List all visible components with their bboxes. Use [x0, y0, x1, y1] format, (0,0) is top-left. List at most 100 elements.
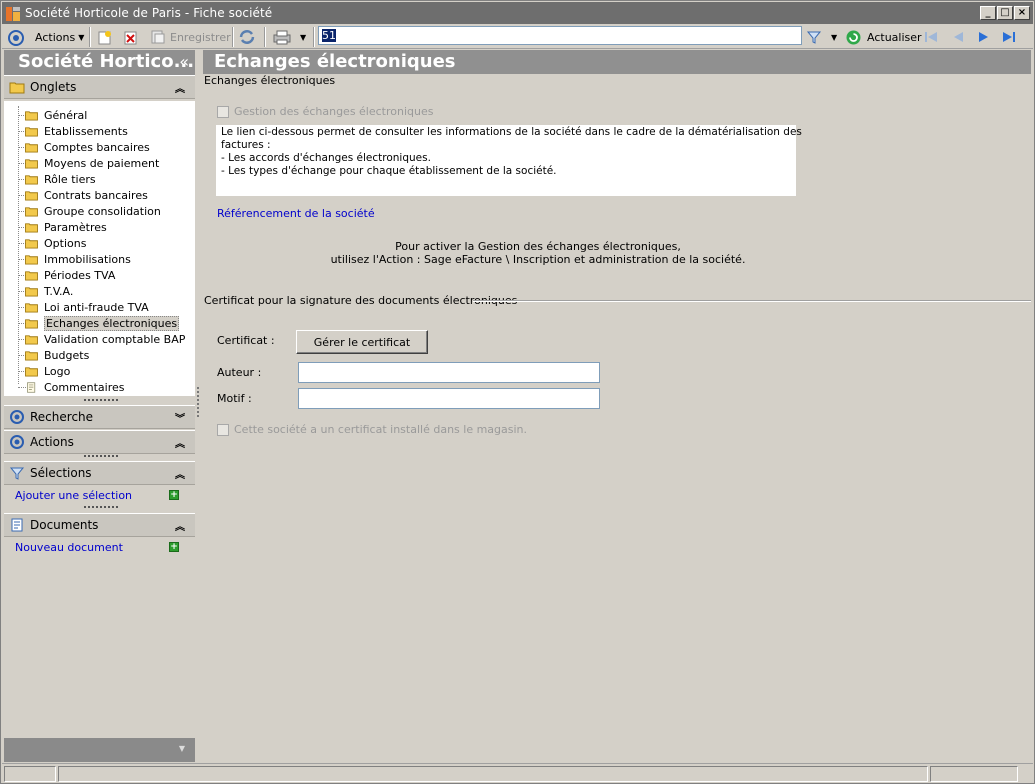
status-cell — [58, 766, 928, 782]
group-echanges-title: Echanges électroniques — [204, 74, 336, 87]
documents-section-header[interactable]: Documents ︽ — [4, 513, 195, 537]
manage-certificate-button[interactable]: Gérer le certificat — [296, 330, 428, 354]
print-dropdown-chevron-icon[interactable]: ▼ — [300, 27, 306, 47]
installed-certificate-checkbox[interactable]: Cette société a un certificat installé d… — [217, 423, 527, 436]
actions-gear-icon[interactable] — [7, 27, 25, 47]
status-cell — [4, 766, 56, 782]
onglets-section-header[interactable]: Onglets ︽ — [4, 75, 195, 99]
motif-input[interactable] — [298, 388, 600, 409]
tree-item[interactable]: Contrats bancaires — [24, 187, 148, 203]
info-line: - Les types d'échange pour chaque établi… — [221, 165, 557, 177]
minimize-button[interactable]: _ — [980, 6, 996, 20]
tree-item-label: Général — [44, 108, 88, 122]
actions-menu-button[interactable]: Actions ▼ — [35, 27, 84, 47]
splitter-grip[interactable] — [84, 399, 118, 402]
collapse-chevron-icon[interactable]: ︽ — [175, 80, 185, 95]
tree-item-label: Logo — [44, 364, 71, 378]
auteur-input[interactable] — [298, 362, 600, 383]
collapse-panel-icon[interactable]: « — [179, 52, 189, 71]
tree-item[interactable]: Rôle tiers — [24, 171, 96, 187]
folder-icon — [25, 270, 38, 281]
panel-splitter[interactable] — [197, 387, 199, 417]
resize-grip-icon[interactable] — [1020, 766, 1032, 782]
refresh-button[interactable]: Actualiser — [845, 27, 922, 47]
checkbox-box[interactable] — [217, 423, 229, 436]
close-window-button[interactable]: × — [1014, 6, 1030, 20]
collapse-chevron-icon[interactable]: ︽ — [175, 466, 185, 481]
selections-section-header[interactable]: Sélections ︽ — [4, 461, 195, 485]
add-document-icon[interactable]: + — [169, 542, 179, 552]
tree-item[interactable]: Immobilisations — [24, 251, 131, 267]
tree-item[interactable]: Périodes TVA — [24, 267, 115, 283]
filter-icon[interactable] — [806, 27, 822, 47]
onglets-label: Onglets — [30, 80, 77, 94]
folder-icon — [25, 174, 38, 185]
tree-item[interactable]: Logo — [24, 363, 70, 379]
toolbar-separator — [89, 27, 91, 47]
tree-item[interactable]: Options — [24, 235, 86, 251]
tree-item-label: Loi anti-fraude TVA — [44, 300, 149, 314]
note-icon — [27, 381, 36, 393]
auteur-label: Auteur : — [217, 366, 262, 379]
left-panel-footer: ▼ — [4, 738, 195, 762]
activation-instruction-line2: utilisez l'Action : Sage eFacture \ Insc… — [330, 253, 746, 266]
save-button[interactable]: Enregistrer — [150, 27, 231, 47]
tree-item[interactable]: T.V.A. — [24, 283, 73, 299]
new-document-icon[interactable] — [97, 27, 113, 47]
tree-item[interactable]: Validation comptable BAP — [24, 331, 185, 347]
checkbox-box[interactable] — [217, 105, 229, 118]
refresh-icon — [846, 30, 861, 44]
tree-item[interactable]: Groupe consolidation — [24, 203, 161, 219]
recherche-section-header[interactable]: Recherche ︾ — [4, 405, 195, 429]
page-title: Echanges électroniques — [203, 50, 1031, 74]
folder-icon — [25, 286, 38, 297]
splitter-grip[interactable] — [84, 506, 118, 509]
folder-icon — [25, 158, 38, 169]
gestion-echanges-label: Gestion des échanges électroniques — [234, 105, 434, 118]
next-record-icon[interactable] — [975, 27, 993, 47]
new-document-link[interactable]: Nouveau document — [15, 541, 123, 554]
sync-icon[interactable] — [238, 27, 256, 47]
tree-item[interactable]: Commentaires — [24, 379, 124, 395]
filter-icon — [9, 467, 25, 480]
gestion-echanges-checkbox[interactable]: Gestion des échanges électroniques — [217, 105, 434, 118]
tree-item[interactable]: Etablissements — [24, 123, 128, 139]
add-selection-link[interactable]: Ajouter une sélection — [15, 489, 132, 502]
tree-item[interactable]: Budgets — [24, 347, 89, 363]
title-bar: Société Horticole de Paris - Fiche socié… — [2, 2, 1033, 24]
activation-instruction-line1: Pour activer la Gestion des échanges éle… — [395, 240, 681, 253]
tree-item[interactable]: Loi anti-fraude TVA — [24, 299, 149, 315]
record-search-input[interactable]: 51 — [318, 26, 802, 45]
print-icon[interactable] — [272, 27, 292, 47]
referencing-link[interactable]: Référencement de la société — [217, 207, 375, 220]
save-label: Enregistrer — [170, 30, 231, 44]
left-panel-title: Société Hortico... « — [4, 50, 195, 75]
folder-icon — [25, 302, 38, 313]
collapse-chevron-icon[interactable]: ︽ — [175, 435, 185, 450]
tree-item[interactable]: Paramètres — [24, 219, 107, 235]
expand-chevron-icon[interactable]: ︾ — [175, 410, 185, 425]
tree-item-label: Validation comptable BAP — [44, 332, 186, 346]
filter-dropdown-chevron-icon[interactable]: ▼ — [831, 27, 837, 47]
first-record-icon[interactable] — [922, 27, 940, 47]
folder-icon — [25, 206, 38, 217]
collapse-chevron-icon[interactable]: ︽ — [175, 518, 185, 533]
tree-item[interactable]: Echanges électroniques — [24, 315, 180, 331]
tree-item-label: Contrats bancaires — [44, 188, 148, 202]
tree-item-label: Echanges électroniques — [44, 315, 180, 331]
tree-item[interactable]: Général — [24, 107, 87, 123]
footer-chevron-down-icon[interactable]: ▼ — [179, 744, 185, 753]
group-certificat-title: Certificat pour la signature des documen… — [204, 294, 518, 307]
actions-section-header[interactable]: Actions ︽ — [4, 430, 195, 454]
delete-icon[interactable] — [123, 27, 139, 47]
maximize-button[interactable]: □ — [997, 6, 1013, 20]
save-icon — [151, 30, 165, 44]
tree-item[interactable]: Comptes bancaires — [24, 139, 150, 155]
folder-icon — [25, 142, 38, 153]
actions-menu-label: Actions — [35, 30, 76, 44]
tree-item[interactable]: Moyens de paiement — [24, 155, 159, 171]
splitter-grip[interactable] — [84, 455, 118, 458]
add-selection-icon[interactable]: + — [169, 490, 179, 500]
last-record-icon[interactable] — [1000, 27, 1018, 47]
previous-record-icon[interactable] — [949, 27, 967, 47]
